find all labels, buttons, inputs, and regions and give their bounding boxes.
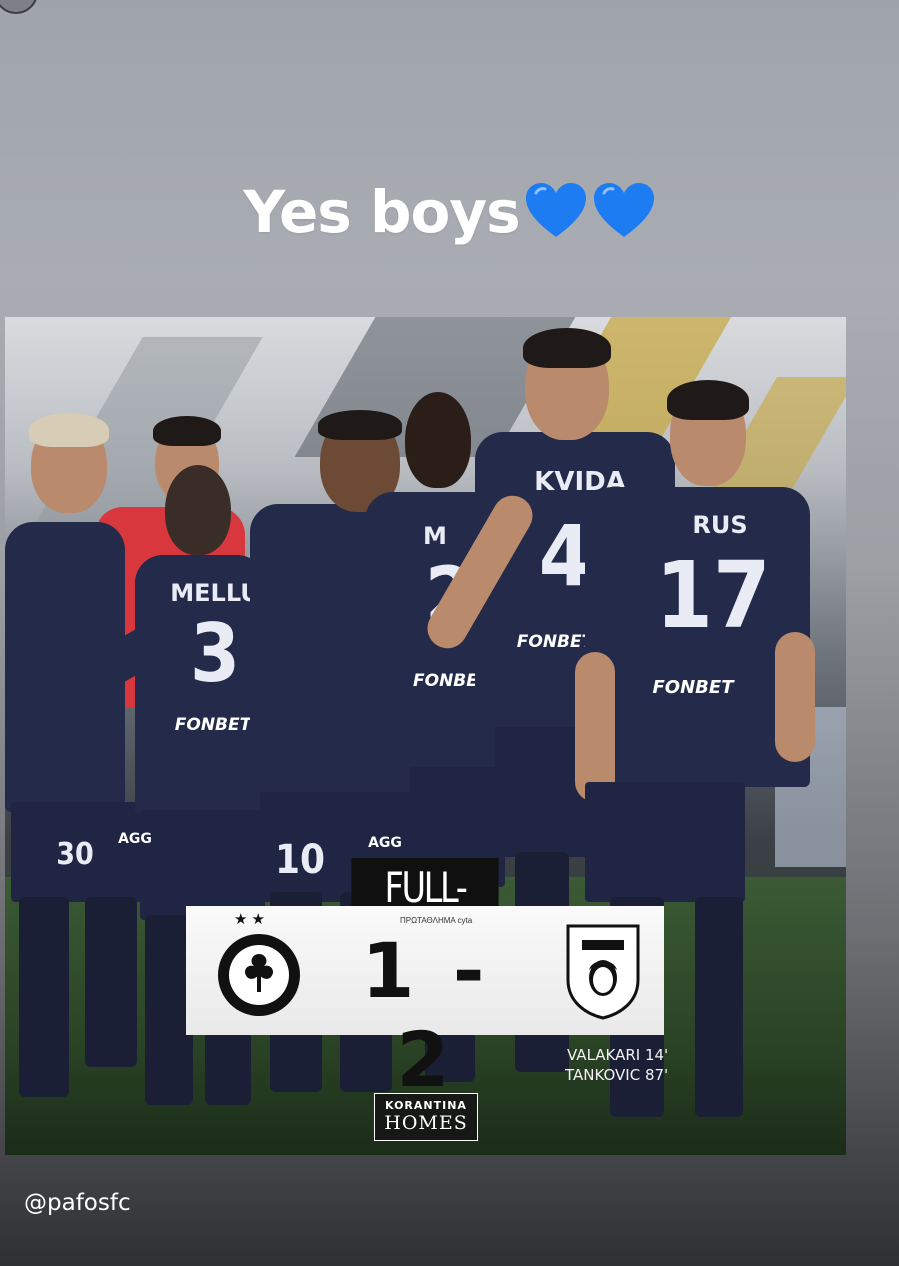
caption-text: Yes boys [243, 178, 520, 246]
goal-scorers: VALAKARI 14' TANKOVIC 87' [565, 1045, 668, 1085]
shorts-number: 30 [56, 837, 94, 872]
scorer-line: TANKOVIC 87' [565, 1066, 669, 1084]
profile-avatar[interactable] [0, 0, 38, 14]
stars-icon: ★★ [234, 911, 269, 928]
shirt-sponsor: FONBET [174, 715, 252, 735]
sponsor-line-2: HOMES [384, 1112, 468, 1134]
sponsor-line-1: KORANTINA [385, 1099, 467, 1112]
story-caption: Yes boys [0, 178, 899, 255]
shirt-sponsor: FONBET [652, 677, 734, 698]
pafos-badge-icon [564, 920, 642, 1020]
omonoia-badge-icon [216, 932, 302, 1018]
player-shirt-number: 17 [655, 542, 771, 649]
player-shirt-name: M [423, 522, 447, 550]
story-top-bar [0, 0, 899, 14]
player-shirt-number: 3 [189, 607, 241, 700]
shared-post-image[interactable]: MELLU 3 FONBET 10 AGG M 25 FONBET KVIDA … [5, 317, 846, 1155]
player-shirt-name: RUS [692, 511, 748, 539]
match-score: 1 - 2 [361, 926, 491, 1104]
score-card: ★★ ΠΡΩΤΑΘΛΗΜΑ cyta 1 - 2 [186, 906, 664, 1104]
account-mention[interactable]: @pafosfc [24, 1190, 131, 1216]
shorts-number: 10 [275, 837, 326, 883]
scorer-line: VALAKARI 14' [567, 1046, 669, 1064]
league-logo: ΠΡΩΤΑΘΛΗΜΑ cyta [400, 916, 473, 925]
blue-heart-icon [524, 181, 588, 255]
sponsor-logo: KORANTINA HOMES [374, 1093, 478, 1141]
shorts-sponsor: AGG [118, 831, 152, 847]
blue-heart-icon [592, 181, 656, 255]
